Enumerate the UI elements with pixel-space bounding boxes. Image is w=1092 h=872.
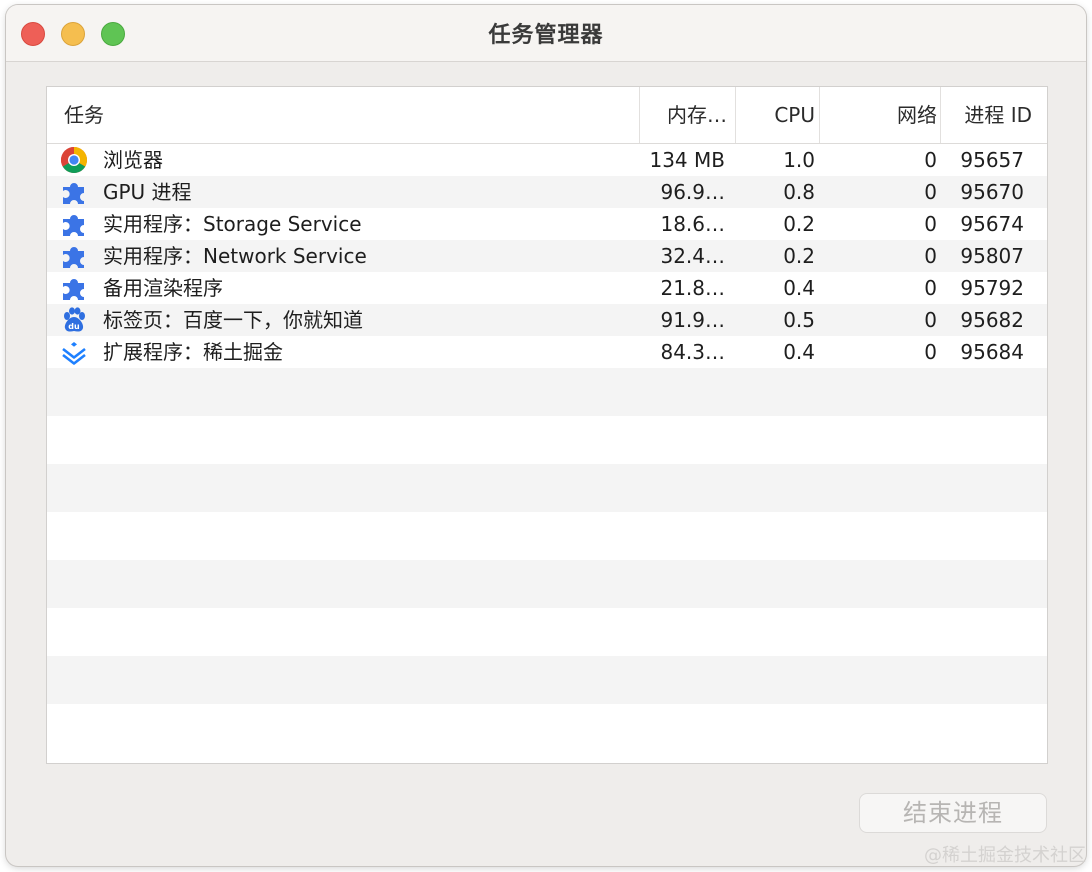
column-header-task[interactable]: 任务 [64,87,104,143]
chrome-icon [60,147,88,174]
cpu-value: 0.4 [783,340,815,364]
table-row[interactable]: 备用渲染程序 21.8… 0.4 0 95792 [47,272,1047,304]
cpu-value: 0.8 [783,180,815,204]
process-name: 备用渲染程序 [103,276,223,300]
process-name: 浏览器 [103,148,163,172]
process-name: 扩展程序：稀土掘金 [103,340,283,364]
memory-value: 91.9… [660,308,725,332]
table-row[interactable]: 扩展程序：稀土掘金 84.3… 0.4 0 95684 [47,336,1047,368]
empty-row [47,464,1047,512]
process-name: 实用程序：Storage Service [103,212,362,236]
memory-value: 134 MB [649,148,725,172]
table-body: 浏览器 134 MB 1.0 0 95657 GPU 进程 96.9… 0.8 … [47,144,1047,752]
process-name: GPU 进程 [103,180,192,204]
column-header-network[interactable]: 网络 [819,87,939,143]
baidu-paw-icon: du [64,307,85,332]
process-table: 任务 内存… CPU 网络 进程 ID 浏览器 134 MB 1.0 0 956… [46,86,1048,764]
cpu-value: 0.4 [783,276,815,300]
process-name: 标签页：百度一下，你就知道 [103,308,363,332]
table-row[interactable]: 实用程序：Network Service 32.4… 0.2 0 95807 [47,240,1047,272]
svg-text:du: du [68,322,80,331]
memory-value: 21.8… [660,276,725,300]
puzzle-icon [63,247,84,268]
pid-value: 95682 [960,308,1024,332]
column-header-memory[interactable]: 内存… [639,87,733,143]
network-value: 0 [924,276,937,300]
column-header-cpu[interactable]: CPU [735,87,817,143]
watermark: @稀土掘金技术社区 [924,845,1086,866]
empty-row [47,704,1047,752]
empty-row [47,560,1047,608]
network-value: 0 [924,148,937,172]
puzzle-icon [63,279,84,300]
network-value: 0 [924,340,937,364]
table-row[interactable]: GPU 进程 96.9… 0.8 0 95670 [47,176,1047,208]
table-row[interactable]: 浏览器 134 MB 1.0 0 95657 [47,144,1047,176]
cpu-value: 0.2 [783,212,815,236]
table-header: 任务 内存… CPU 网络 进程 ID [47,87,1047,144]
pid-value: 95674 [960,212,1024,236]
cpu-value: 0.2 [783,244,815,268]
network-value: 0 [924,212,937,236]
memory-value: 18.6… [660,212,725,236]
column-header-pid[interactable]: 进程 ID [940,87,1040,143]
table-row[interactable]: du 标签页：百度一下，你就知道 91.9… 0.5 0 95682 [47,304,1047,336]
process-name: 实用程序：Network Service [103,244,367,268]
window-title: 任务管理器 [488,23,604,48]
empty-row [47,608,1047,656]
empty-row [47,512,1047,560]
juejin-icon [62,342,86,365]
network-value: 0 [924,244,937,268]
pid-value: 95670 [960,180,1024,204]
title-bar: 任务管理器 [6,5,1086,62]
network-value: 0 [924,180,937,204]
pid-value: 95684 [960,340,1024,364]
end-process-button[interactable]: 结束进程 [859,793,1047,833]
puzzle-icon [63,183,84,204]
cpu-value: 1.0 [783,148,815,172]
empty-row [47,656,1047,704]
table-row[interactable]: 实用程序：Storage Service 18.6… 0.2 0 95674 [47,208,1047,240]
task-manager-window: 任务管理器 任务 内存… CPU 网络 进程 ID 浏览器 134 MB 1.0… [6,5,1086,866]
pid-value: 95657 [960,148,1024,172]
memory-value: 96.9… [660,180,725,204]
empty-row [47,416,1047,464]
empty-row [47,368,1047,416]
puzzle-icon [63,215,84,236]
memory-value: 84.3… [660,340,725,364]
network-value: 0 [924,308,937,332]
pid-value: 95807 [960,244,1024,268]
memory-value: 32.4… [660,244,725,268]
cpu-value: 0.5 [783,308,815,332]
pid-value: 95792 [960,276,1024,300]
